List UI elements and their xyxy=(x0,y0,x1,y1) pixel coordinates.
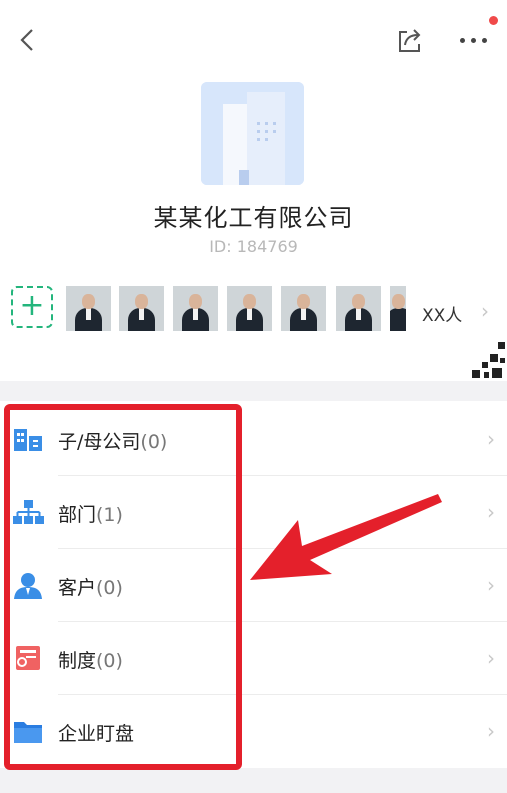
chevron-right-icon: › xyxy=(487,500,495,524)
member-count: XX人 xyxy=(422,306,463,326)
member-strip[interactable]: + XX人 › xyxy=(0,284,507,336)
building-icon xyxy=(201,82,304,185)
chevron-right-icon: › xyxy=(487,427,495,451)
company-id: ID: 184769 xyxy=(209,237,298,256)
company-logo xyxy=(201,82,304,185)
avatar[interactable] xyxy=(390,286,406,331)
notification-dot xyxy=(489,16,498,25)
avatar[interactable] xyxy=(173,286,218,331)
share-icon[interactable] xyxy=(396,28,424,54)
avatar[interactable] xyxy=(227,286,272,331)
avatar[interactable] xyxy=(66,286,111,331)
avatar[interactable] xyxy=(336,286,381,331)
company-name: 某某化工有限公司 xyxy=(153,204,354,232)
highlight-box xyxy=(4,404,242,770)
chevron-right-icon[interactable]: › xyxy=(481,299,489,323)
section-gap xyxy=(0,768,507,793)
add-member-button[interactable]: + xyxy=(11,286,53,328)
avatar[interactable] xyxy=(119,286,164,331)
top-bar xyxy=(0,0,507,80)
section-gap xyxy=(0,381,507,401)
more-horizontal-icon[interactable] xyxy=(456,30,496,50)
arrow-icon xyxy=(250,494,442,580)
qr-code-icon[interactable] xyxy=(462,336,507,380)
chevron-right-icon: › xyxy=(487,646,495,670)
chevron-right-icon: › xyxy=(487,573,495,597)
chevron-left-icon[interactable] xyxy=(14,26,42,54)
avatar[interactable] xyxy=(281,286,326,331)
chevron-right-icon: › xyxy=(487,719,495,743)
